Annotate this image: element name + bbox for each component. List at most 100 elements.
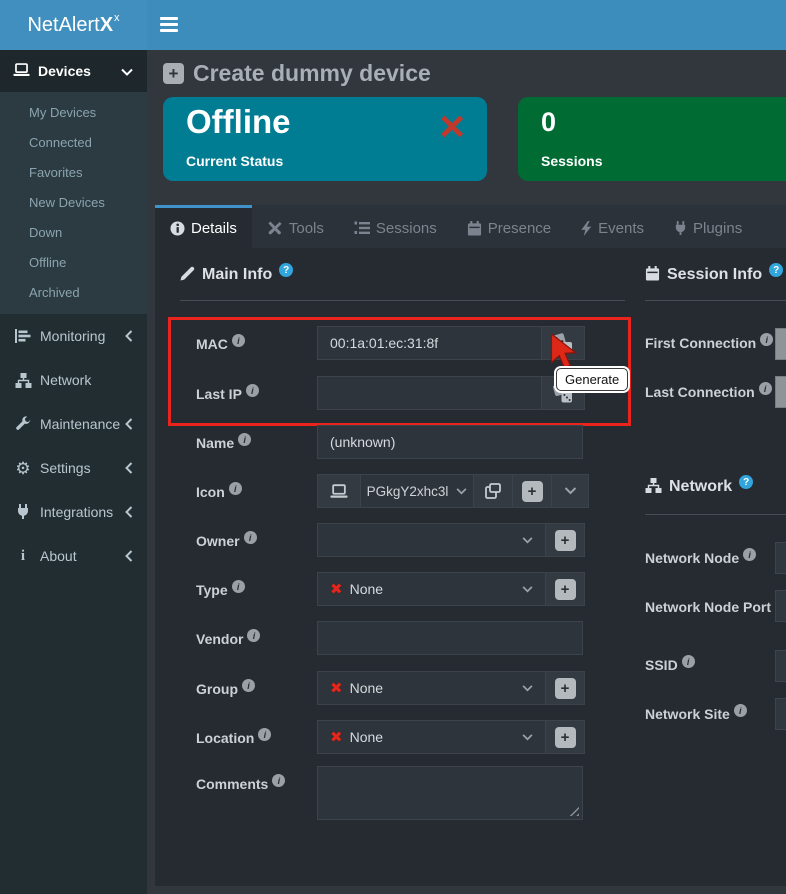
chevron-left-icon xyxy=(125,330,133,342)
tools-icon xyxy=(267,221,283,236)
resize-handle[interactable] xyxy=(568,805,579,816)
vendor-label: Vendori xyxy=(196,621,317,655)
brand-name: NetAlert xyxy=(27,14,99,36)
comments-label-text: Comments xyxy=(196,776,268,792)
last-connection-label: Last Connectioni xyxy=(645,384,772,400)
sidebar-item-connected[interactable]: Connected xyxy=(0,128,147,158)
vendor-input[interactable] xyxy=(317,621,583,655)
chevron-down-icon xyxy=(522,586,533,593)
add-type-button[interactable]: + xyxy=(546,572,585,606)
laptop-icon xyxy=(13,63,30,80)
network-site-input[interactable] xyxy=(775,698,786,730)
top-navbar: NetAlertX x xyxy=(0,0,786,50)
tab-sessions[interactable]: Sessions xyxy=(339,205,452,248)
group-label: Groupi xyxy=(196,671,317,705)
type-select[interactable]: ✖ None xyxy=(317,572,546,606)
help-question-icon[interactable]: ? xyxy=(769,263,783,277)
expand-icon-list-button[interactable] xyxy=(551,475,588,507)
sidebar-item-devices[interactable]: Devices xyxy=(0,50,147,92)
tab-events[interactable]: Events xyxy=(566,205,659,248)
tab-plugins-label: Plugins xyxy=(693,220,742,237)
comments-label: Comments i xyxy=(196,766,317,820)
network-node-port-label-text: Network Node Port xyxy=(645,599,771,615)
info-icon: i xyxy=(272,774,285,787)
red-cross-icon: ✖ xyxy=(330,580,343,598)
last-ip-input[interactable] xyxy=(317,376,542,410)
owner-select[interactable] xyxy=(317,523,546,557)
info-icon: i xyxy=(244,531,257,544)
icon-select[interactable]: PGkgY2xhc3l xyxy=(360,475,473,507)
add-owner-button[interactable]: + xyxy=(546,523,585,557)
sidebar-item-network[interactable]: Network xyxy=(0,358,147,402)
red-cross-icon: ✖ xyxy=(330,679,343,697)
chevron-down-icon xyxy=(121,63,133,79)
sidebar-item-settings[interactable]: ⚙ Settings xyxy=(0,446,147,490)
status-label: Current Status xyxy=(186,153,283,169)
help-question-icon[interactable]: ? xyxy=(739,475,753,489)
group-select-value: None xyxy=(350,680,383,696)
last-connection-input[interactable] xyxy=(775,376,786,408)
last-ip-label-text: Last IP xyxy=(196,386,242,402)
group-select[interactable]: ✖ None xyxy=(317,671,546,705)
info-icon: i xyxy=(232,334,245,347)
network-node-port-label: Network Node Porti xyxy=(645,599,786,615)
plus-icon: + xyxy=(555,530,576,551)
sidebar-item-new-devices[interactable]: New Devices xyxy=(0,188,147,218)
location-select[interactable]: ✖ None xyxy=(317,720,546,754)
tab-plugins[interactable]: Plugins xyxy=(659,205,757,248)
sidebar-item-favorites[interactable]: Favorites xyxy=(0,158,147,188)
network-site-label-text: Network Site xyxy=(645,706,730,722)
location-label-text: Location xyxy=(196,730,254,746)
sidebar-item-integrations[interactable]: Integrations xyxy=(0,490,147,534)
tab-presence[interactable]: Presence xyxy=(452,205,566,248)
chevron-down-icon xyxy=(564,487,577,495)
chevron-left-icon xyxy=(125,462,133,474)
tab-tools-label: Tools xyxy=(289,220,324,237)
plug-icon xyxy=(674,221,687,236)
add-location-button[interactable]: + xyxy=(546,720,585,754)
network-node-label-text: Network Node xyxy=(645,550,739,566)
info-icon: i xyxy=(743,548,756,561)
details-panel: Main Info ? Session Info ? MACi 00:1a:01… xyxy=(155,248,786,886)
brand-logo[interactable]: NetAlertX x xyxy=(0,0,147,50)
help-question-icon[interactable]: ? xyxy=(279,263,293,277)
chevron-left-icon xyxy=(125,418,133,430)
plug-icon xyxy=(13,504,33,520)
add-icon-button[interactable]: + xyxy=(512,475,551,507)
mac-input[interactable]: 00:1a:01:ec:31:8f xyxy=(317,326,542,360)
tab-sessions-label: Sessions xyxy=(376,220,437,237)
network-node-select[interactable] xyxy=(775,542,786,574)
status-value: Offline xyxy=(186,103,291,141)
sidebar-toggle-hamburger-icon[interactable] xyxy=(160,17,178,32)
wrench-icon xyxy=(13,416,33,432)
network-node-port-input[interactable] xyxy=(775,590,786,622)
comments-textarea[interactable] xyxy=(317,766,583,820)
tab-details[interactable]: Details xyxy=(155,205,252,248)
generate-mac-button[interactable] xyxy=(542,326,585,360)
sidebar-item-offline[interactable]: Offline xyxy=(0,248,147,278)
first-connection-label: First Connectioni xyxy=(645,335,773,351)
sidebar-item-down[interactable]: Down xyxy=(0,218,147,248)
ssid-input[interactable] xyxy=(775,650,786,682)
tab-tools[interactable]: Tools xyxy=(252,205,339,248)
info-icon: i xyxy=(246,384,259,397)
chevron-down-icon xyxy=(456,488,467,495)
sidebar-item-maintenance[interactable]: Maintenance xyxy=(0,402,147,446)
sidebar-item-my-devices[interactable]: My Devices xyxy=(0,98,147,128)
mac-label: MACi xyxy=(196,326,317,360)
list-ol-icon xyxy=(354,221,370,235)
chevron-left-icon xyxy=(125,506,133,518)
owner-label: Owneri xyxy=(196,523,317,557)
copy-icon xyxy=(485,483,501,499)
sidebar-item-archived[interactable]: Archived xyxy=(0,278,147,308)
name-label: Namei xyxy=(196,425,317,459)
location-label: Locationi xyxy=(196,720,317,754)
brand-sup: x xyxy=(114,12,120,24)
copy-icon-button[interactable] xyxy=(473,475,512,507)
add-group-button[interactable]: + xyxy=(546,671,585,705)
first-connection-input[interactable] xyxy=(775,328,786,360)
name-input[interactable]: (unknown) xyxy=(317,425,583,459)
sidebar-item-about[interactable]: i About xyxy=(0,534,147,578)
sidebar-item-monitoring[interactable]: Monitoring xyxy=(0,314,147,358)
dice-icon xyxy=(552,332,574,354)
